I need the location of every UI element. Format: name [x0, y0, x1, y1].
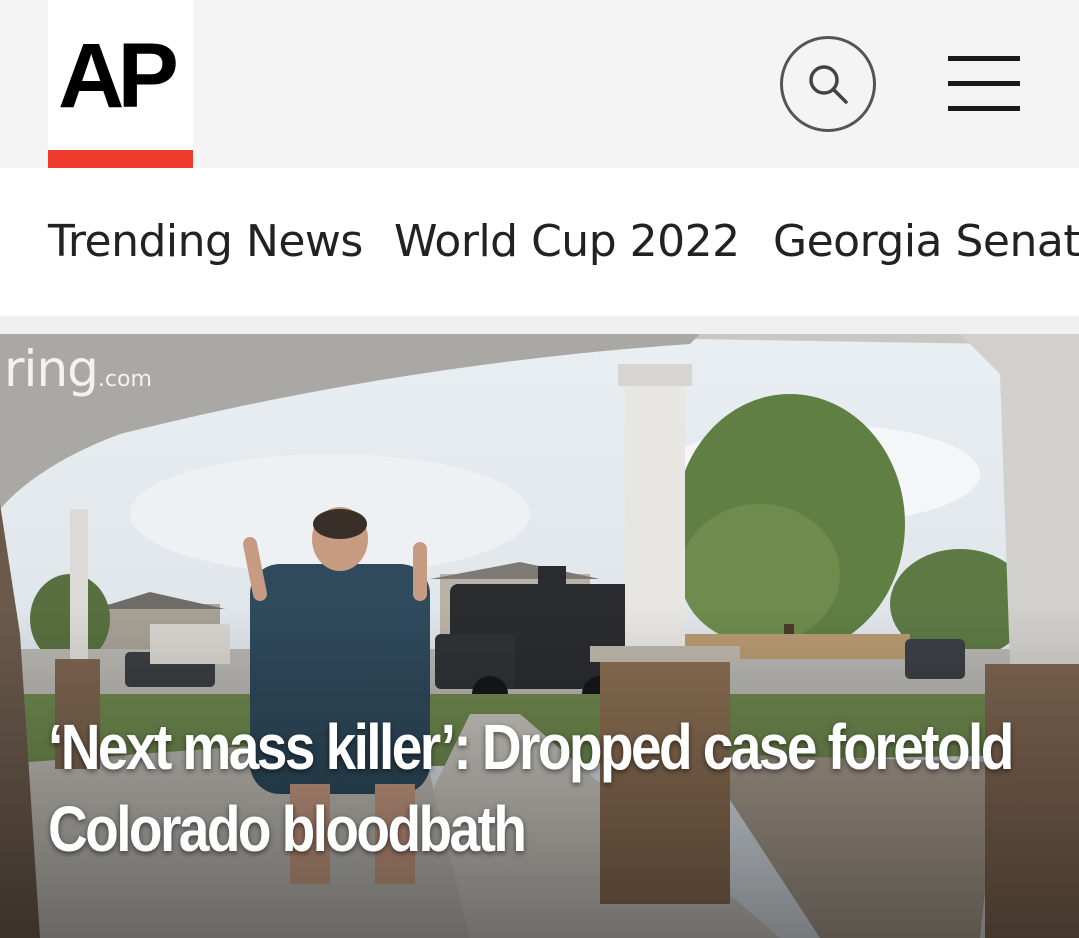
menu-line: [948, 81, 1020, 86]
menu-line: [948, 56, 1020, 61]
hamburger-menu-icon[interactable]: [948, 56, 1020, 112]
menu-line: [948, 106, 1020, 111]
ap-logo[interactable]: AP: [48, 0, 193, 168]
ring-watermark: ring.com: [4, 340, 152, 398]
headline-line-2: Colorado bloodbath: [48, 793, 527, 865]
hero-story[interactable]: ring.com ‘Next mass killer’: Dropped cas…: [0, 334, 1079, 938]
trending-nav: Trending News World Cup 2022 Georgia Sen…: [0, 168, 1079, 316]
top-header: AP: [0, 0, 1079, 168]
section-divider: [0, 316, 1079, 334]
nav-item-georgia-senate[interactable]: Georgia Senate r: [773, 212, 1079, 272]
watermark-brand: ring: [4, 340, 99, 398]
search-icon: [809, 65, 848, 104]
nav-item-world-cup-2022[interactable]: World Cup 2022: [394, 212, 740, 272]
nav-item-trending-news[interactable]: Trending News: [48, 212, 363, 272]
logo-text: AP: [58, 25, 179, 127]
hero-headline[interactable]: ‘Next mass killer’: Dropped case foretol…: [48, 706, 1037, 870]
headline-line-1: ‘Next mass killer’: Dropped case foretol…: [48, 711, 1014, 783]
watermark-suffix: .com: [97, 367, 152, 392]
logo-red-bar: [48, 150, 193, 168]
search-button[interactable]: [780, 36, 876, 132]
